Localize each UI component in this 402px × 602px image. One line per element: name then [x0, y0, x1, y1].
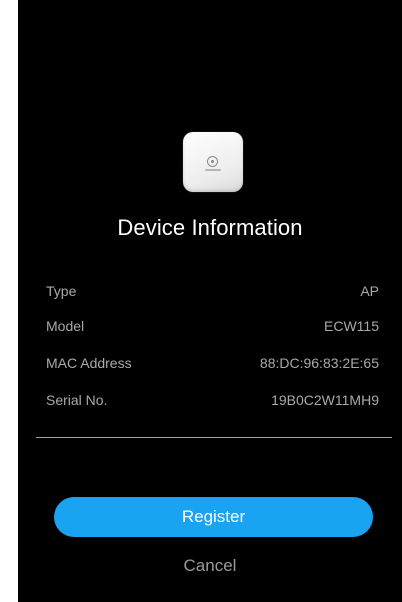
- info-label: Model: [46, 318, 85, 334]
- divider: [36, 437, 392, 438]
- cancel-button[interactable]: Cancel: [18, 556, 402, 578]
- info-value: 88:DC:96:83:2E:65: [259, 355, 379, 371]
- register-button[interactable]: Register: [54, 497, 373, 537]
- page-title: Device Information: [117, 215, 303, 240]
- device-logo-text-mark: [205, 169, 221, 171]
- info-row-type: Type AP: [46, 281, 379, 301]
- info-value: AP: [360, 283, 379, 299]
- info-row-mac-address: MAC Address 88:DC:96:83:2E:65: [46, 353, 379, 373]
- info-row-serial-no: Serial No. 19B0C2W11MH9: [46, 390, 379, 410]
- info-value: 19B0C2W11MH9: [271, 392, 379, 408]
- info-row-model: Model ECW115: [46, 316, 379, 336]
- info-label: Serial No.: [46, 392, 108, 408]
- device-logo-icon: [207, 156, 218, 167]
- info-value: ECW115: [324, 318, 379, 334]
- info-label: Type: [46, 283, 77, 299]
- info-label: MAC Address: [46, 355, 132, 371]
- device-info-screen: Device Information Type AP Model ECW115 …: [18, 0, 402, 602]
- access-point-device-image: [183, 132, 243, 192]
